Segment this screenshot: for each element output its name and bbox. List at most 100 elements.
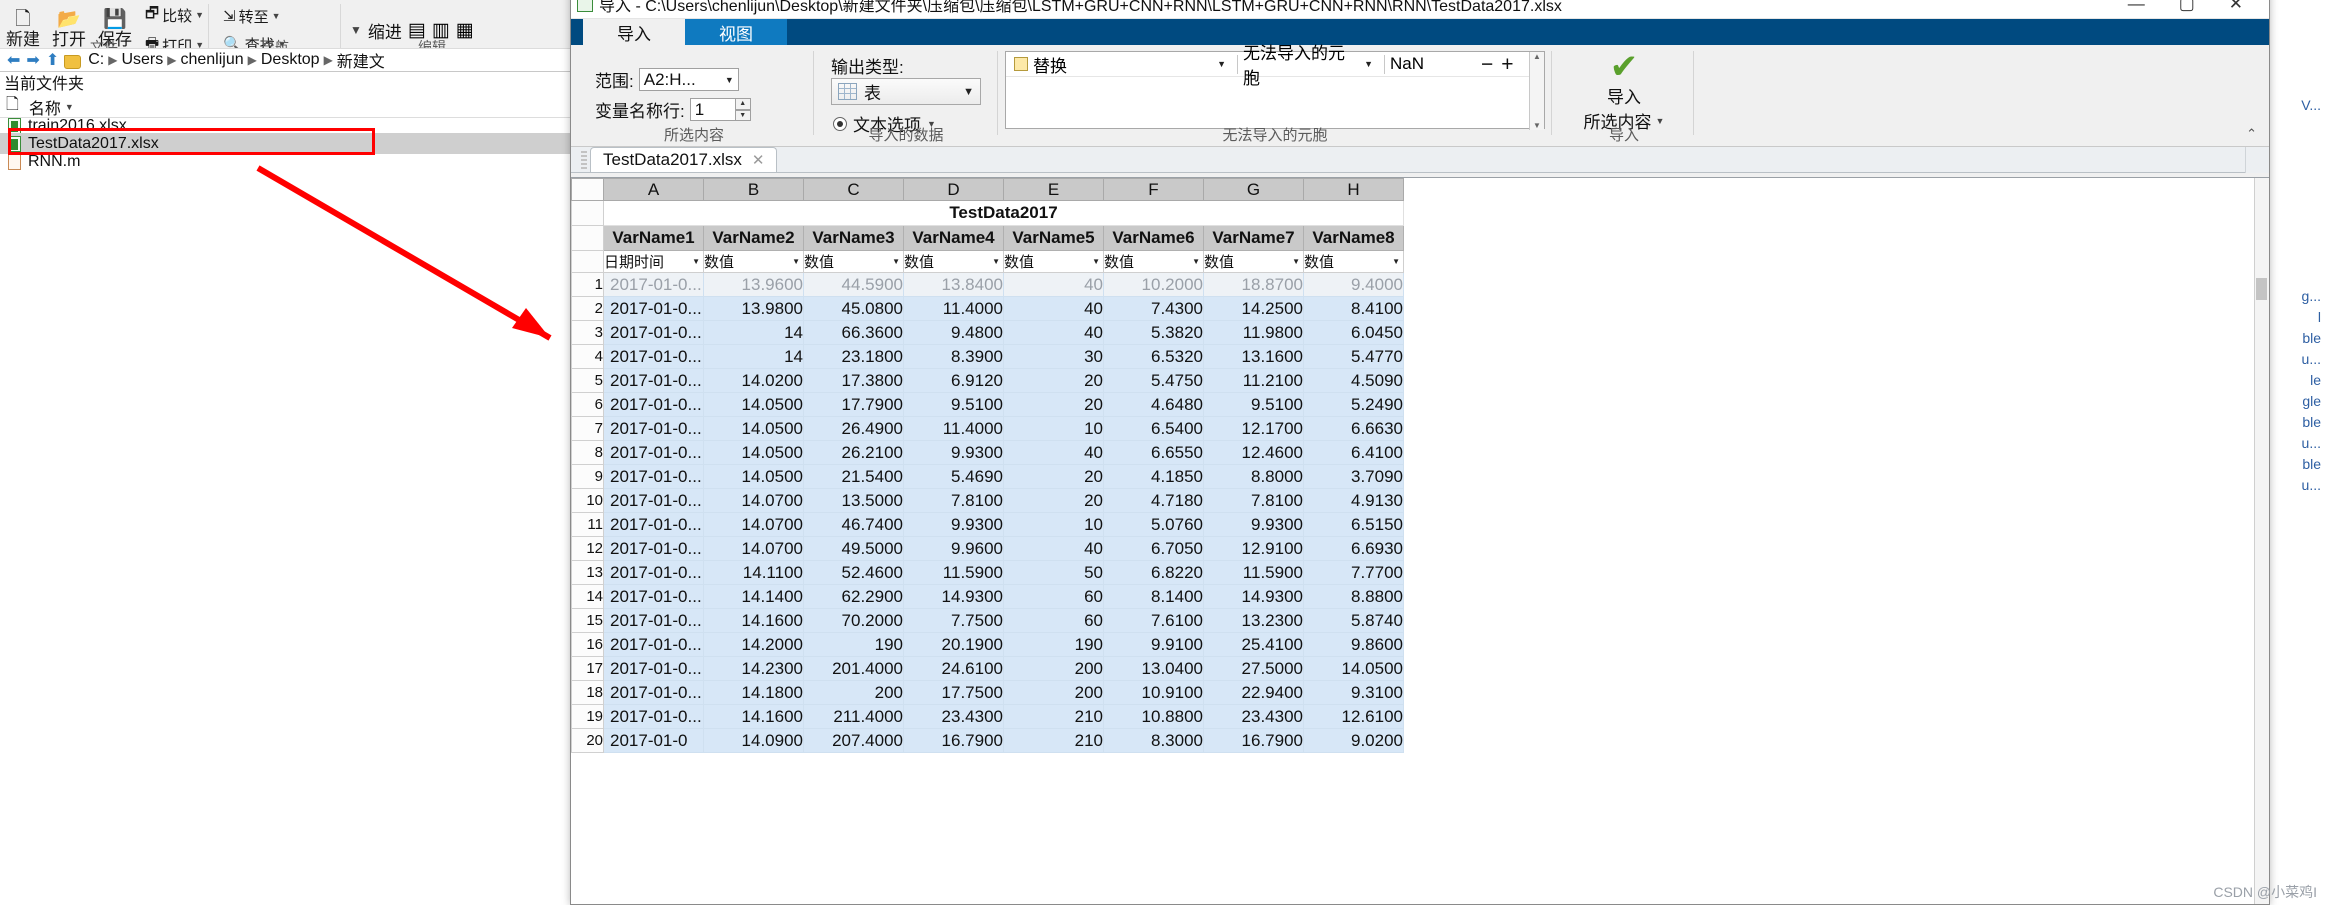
table-cell[interactable]: 2017-01-0...	[603, 704, 704, 729]
table-cell[interactable]: 3.7090	[1303, 464, 1404, 489]
close-icon[interactable]: ✕	[752, 151, 765, 169]
collapse-ribbon-icon[interactable]: ⌃	[2246, 126, 2257, 142]
table-cell[interactable]: 18.8700	[1203, 272, 1304, 297]
remove-rule-button[interactable]: −	[1477, 54, 1497, 75]
compare-button[interactable]: 🗗 比较 ▼	[142, 2, 207, 29]
var-type-cell[interactable]: 数值 ▼	[903, 250, 1004, 273]
table-cell[interactable]: 210	[1003, 704, 1104, 729]
breadcrumb-newfolder[interactable]: 新建文	[334, 48, 388, 72]
table-cell[interactable]: 2017-01-0...	[603, 440, 704, 465]
table-cell[interactable]: 62.2900	[803, 584, 904, 609]
table-cell[interactable]: 4.1850	[1103, 464, 1204, 489]
table-cell[interactable]: 8.3900	[903, 344, 1004, 369]
table-cell[interactable]: 13.2300	[1203, 608, 1304, 633]
table-cell[interactable]: 14.1600	[703, 608, 804, 633]
varnames-row-stepper[interactable]: ▲ ▼	[734, 98, 751, 121]
row-header[interactable]: 10	[571, 488, 604, 513]
table-cell[interactable]: 2017-01-0...	[603, 344, 704, 369]
table-cell[interactable]: 7.6100	[1103, 608, 1204, 633]
table-cell[interactable]: 4.6480	[1103, 392, 1204, 417]
table-cell[interactable]: 70.2000	[803, 608, 904, 633]
table-cell[interactable]: 8.3000	[1103, 728, 1204, 753]
row-header[interactable]: 4	[571, 344, 604, 369]
table-cell[interactable]: 9.9300	[1203, 512, 1304, 537]
chevron-down-icon[interactable]: ▼	[65, 102, 74, 112]
table-row[interactable]: 11 2017-01-0... 14.0700 46.7400 9.9300 10 5.07…	[571, 512, 1404, 537]
row-header[interactable]: 5	[571, 368, 604, 393]
table-cell[interactable]: 12.6100	[1303, 704, 1404, 729]
table-cell[interactable]: 14.0500	[703, 416, 804, 441]
table-cell[interactable]: 7.4300	[1103, 296, 1204, 321]
var-name-cell[interactable]: VarName1	[603, 225, 704, 251]
table-row[interactable]: 18 2017-01-0... 14.1800 200 17.7500 200 10.910…	[571, 680, 1404, 705]
table-cell[interactable]: 20	[1003, 488, 1104, 513]
table-cell[interactable]: 2017-01-0...	[603, 656, 704, 681]
table-cell[interactable]: 6.6630	[1303, 416, 1404, 441]
table-cell[interactable]: 2017-01-0...	[603, 296, 704, 321]
row-header[interactable]: 17	[571, 656, 604, 681]
table-cell[interactable]: 12.9100	[1203, 536, 1304, 561]
table-cell[interactable]: 40	[1003, 440, 1104, 465]
row-header[interactable]: 20	[571, 728, 604, 753]
table-cell[interactable]: 8.4100	[1303, 296, 1404, 321]
table-cell[interactable]: 4.7180	[1103, 488, 1204, 513]
breadcrumb-drive[interactable]: C:	[85, 51, 107, 69]
table-row[interactable]: 10 2017-01-0... 14.0700 13.5000 7.8100 20 4.71…	[571, 488, 1404, 513]
table-row[interactable]: 5 2017-01-0... 14.0200 17.3800 6.9120 20 5.475…	[571, 368, 1404, 393]
table-cell[interactable]: 14	[703, 320, 804, 345]
table-cell[interactable]: 8.8000	[1203, 464, 1304, 489]
table-cell[interactable]: 14.9300	[903, 584, 1004, 609]
table-cell[interactable]: 52.4600	[803, 560, 904, 585]
table-cell[interactable]: 40	[1003, 320, 1104, 345]
table-cell[interactable]: 13.8400	[903, 272, 1004, 297]
table-cell[interactable]: 23.4300	[903, 704, 1004, 729]
table-cell[interactable]: 20.1900	[903, 632, 1004, 657]
table-cell[interactable]: 20	[1003, 392, 1104, 417]
table-cell[interactable]: 2017-01-0...	[603, 392, 704, 417]
table-cell[interactable]: 11.9800	[1203, 320, 1304, 345]
table-cell[interactable]: 2017-01-0...	[603, 632, 704, 657]
table-cell[interactable]: 26.4900	[803, 416, 904, 441]
var-name-cell[interactable]: VarName5	[1003, 225, 1104, 251]
forward-icon[interactable]: ➡	[23, 50, 42, 70]
breadcrumb-chenlijun[interactable]: chenlijun	[177, 51, 246, 69]
tab-grip-icon[interactable]	[581, 150, 587, 169]
table-cell[interactable]: 2017-01-0...	[603, 272, 704, 297]
table-cell[interactable]: 190	[803, 632, 904, 657]
rule-action-cell[interactable]: 替换 ▼	[1009, 52, 1237, 76]
table-cell[interactable]: 2017-01-0...	[603, 536, 704, 561]
column-header-c[interactable]: C	[803, 178, 904, 201]
table-cell[interactable]: 14.0700	[703, 536, 804, 561]
stepper-down-icon[interactable]: ▼	[734, 109, 751, 121]
table-cell[interactable]: 46.7400	[803, 512, 904, 537]
tab-import[interactable]: 导入	[583, 19, 685, 45]
table-cell[interactable]: 24.6100	[903, 656, 1004, 681]
table-cell[interactable]: 14.1600	[703, 704, 804, 729]
table-row[interactable]: 16 2017-01-0... 14.2000 190 20.1900 190 9.9100…	[571, 632, 1404, 657]
table-cell[interactable]: 190	[1003, 632, 1104, 657]
table-row[interactable]: 8 2017-01-0... 14.0500 26.2100 9.9300 40 6.655…	[571, 440, 1404, 465]
table-cell[interactable]: 201.4000	[803, 656, 904, 681]
var-name-cell[interactable]: VarName4	[903, 225, 1004, 251]
table-row[interactable]: 3 2017-01-0... 14 66.3600 9.4800 40 5.3820 11.9…	[571, 320, 1404, 345]
table-cell[interactable]: 5.3820	[1103, 320, 1204, 345]
chevron-down-icon[interactable]: ▼	[1211, 59, 1232, 69]
table-cell[interactable]: 12.1700	[1203, 416, 1304, 441]
table-cell[interactable]: 2017-01-0...	[603, 464, 704, 489]
row-header[interactable]: 8	[571, 440, 604, 465]
var-type-cell[interactable]: 数值 ▼	[1303, 250, 1404, 273]
table-cell[interactable]: 9.4000	[1303, 272, 1404, 297]
add-rule-button[interactable]: +	[1497, 54, 1517, 75]
table-cell[interactable]: 60	[1003, 608, 1104, 633]
table-cell[interactable]: 10	[1003, 416, 1104, 441]
table-cell[interactable]: 14.1100	[703, 560, 804, 585]
checkbox-icon[interactable]	[1014, 57, 1028, 71]
row-header[interactable]: 9	[571, 464, 604, 489]
select-all-corner[interactable]	[571, 178, 604, 201]
var-name-cell[interactable]: VarName6	[1103, 225, 1204, 251]
table-cell[interactable]: 22.9400	[1203, 680, 1304, 705]
table-cell[interactable]: 14.2300	[703, 656, 804, 681]
column-header-a[interactable]: A	[603, 178, 704, 201]
table-cell[interactable]: 60	[1003, 584, 1104, 609]
table-cell[interactable]: 26.2100	[803, 440, 904, 465]
